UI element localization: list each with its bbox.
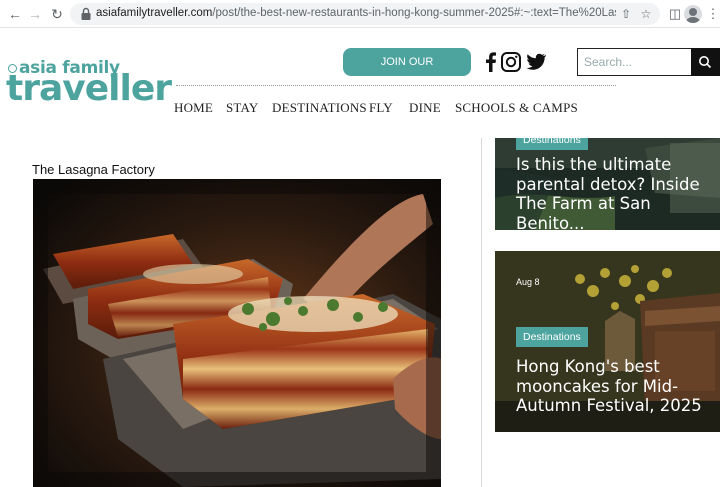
search-button[interactable] [691, 48, 720, 76]
card-title[interactable]: Hong Kong's best mooncakes for Mid-Autum… [516, 357, 716, 416]
address-bar[interactable]: asiafamilytraveller.com/post/the-best-ne… [70, 3, 660, 25]
category-tag[interactable]: Destinations [516, 138, 588, 150]
lasagna-photo [33, 179, 441, 487]
header-divider [176, 85, 616, 86]
forward-arrow-icon[interactable]: → [26, 5, 44, 23]
search-field[interactable] [577, 48, 691, 76]
bookmark-star-icon[interactable]: ☆ [638, 6, 654, 22]
nav-destinations[interactable]: DESTINATIONS [272, 100, 367, 116]
menu-kebab-icon[interactable]: ⋮ [704, 5, 720, 23]
logo-line2: traveller [6, 68, 172, 109]
article-card-farm-san-benito[interactable]: Destinations Is this the ultimate parent… [495, 138, 720, 230]
share-icon[interactable]: ⇧ [618, 6, 634, 22]
reload-icon[interactable]: ↻ [48, 5, 66, 23]
url-text: asiafamilytraveller.com/post/the-best-ne… [96, 7, 616, 19]
image-caption: The Lasagna Factory [32, 162, 155, 177]
twitter-icon[interactable] [524, 51, 546, 73]
article-card-mooncakes[interactable]: Aug 8 Destinations Hong Kong's best moon… [495, 251, 720, 432]
search-input[interactable] [584, 53, 684, 71]
search-icon [699, 56, 712, 69]
browser-toolbar: ← → ↻ asiafamilytraveller.com/post/the-b… [0, 0, 720, 28]
profile-avatar[interactable] [684, 5, 702, 23]
category-tag[interactable]: Destinations [516, 327, 588, 347]
nav-home[interactable]: HOME [174, 100, 213, 116]
card-title[interactable]: Is this the ultimate parental detox? Ins… [516, 155, 716, 230]
card-date: Aug 8 [516, 277, 540, 287]
column-divider [481, 138, 482, 487]
nav-fly[interactable]: FLY [369, 100, 393, 116]
nav-schools-camps[interactable]: SCHOOLS & CAMPS [455, 100, 578, 116]
instagram-icon[interactable] [500, 51, 522, 73]
side-panel-icon[interactable]: ◫ [666, 5, 684, 23]
nav-stay[interactable]: STAY [226, 100, 259, 116]
lock-icon [81, 7, 91, 20]
nav-dine[interactable]: DINE [409, 100, 441, 116]
back-arrow-icon[interactable]: ← [6, 5, 24, 23]
facebook-icon[interactable] [480, 51, 502, 73]
newsletter-button[interactable]: JOIN OUR NEWSLETTER [343, 48, 471, 96]
